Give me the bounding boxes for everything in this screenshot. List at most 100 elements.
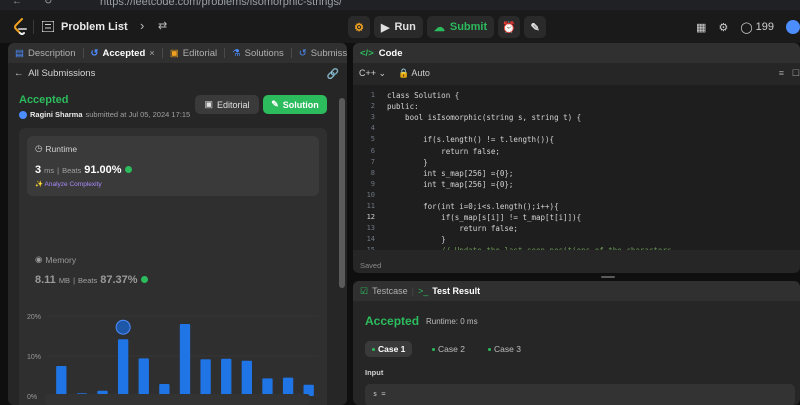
bookmark-icon[interactable]: ☐ (792, 68, 800, 79)
problem-list-link[interactable]: Problem List (61, 21, 128, 33)
next-problem-icon[interactable]: › (140, 18, 144, 33)
browser-bar: ← ↻ https://leetcode.com/problems/isomor… (0, 0, 800, 10)
list-icon[interactable] (42, 21, 54, 32)
submitted-at: submitted at Jul 05, 2024 17:15 (85, 110, 191, 119)
prev-problem-icon[interactable]: ‹ (120, 18, 124, 33)
code-line[interactable]: return false; (387, 147, 500, 156)
play-icon: ▶ (381, 21, 390, 34)
code-line[interactable]: class Solution { (387, 91, 459, 100)
chart-bar[interactable] (118, 339, 129, 396)
tab-description[interactable]: ▤ Description (8, 43, 83, 63)
line-number: 11 (366, 202, 375, 210)
panel-resize-handle[interactable] (353, 276, 800, 279)
coins-counter[interactable]: ◯ 199 (740, 21, 774, 34)
code-line[interactable]: // Update the last seen positions of the… (387, 246, 671, 250)
line-number: 10 (366, 190, 375, 199)
reload-icon[interactable]: ↻ (44, 0, 54, 7)
chart-bar[interactable] (179, 324, 191, 396)
run-button[interactable]: ▶ Run (374, 16, 423, 38)
line-number: 1 (370, 91, 375, 99)
runtime-distribution-chart[interactable]: 20%10%0%2ms4ms6ms8ms10ms12ms (19, 308, 327, 405)
chart-bar[interactable] (221, 358, 232, 396)
code-line[interactable]: bool isIsomorphic(string s, string t) { (387, 113, 581, 122)
language-select[interactable]: C++ ⌄ (359, 68, 386, 79)
clock-icon: ◷ (35, 143, 43, 153)
runtime-box[interactable]: ◷ Runtime 3 ms | Beats 91.00% ✨ Analyze C… (27, 136, 319, 196)
book-icon: ▣ (169, 47, 179, 59)
code-editor[interactable]: 1 class Solution { 2 public: 3 bool isIsomor… (353, 85, 800, 250)
analyze-complexity-link[interactable]: ✨ Analyze Complexity (35, 180, 102, 188)
notes-button[interactable]: ✎ (524, 16, 547, 38)
tab-submissions[interactable]: ↺Submissions (292, 43, 347, 63)
chart-bar[interactable] (241, 360, 252, 396)
debug-button[interactable]: ⚙ (348, 16, 370, 38)
line-number: 2 (370, 102, 375, 111)
chart-bar[interactable] (200, 359, 211, 396)
format-icon[interactable]: ≡ (779, 68, 784, 78)
result-runtime: Runtime: 0 ms (426, 317, 478, 326)
divider (33, 20, 34, 34)
address-bar[interactable]: https://leetcode.com/problems/isomorphic… (100, 0, 342, 8)
y-tick-label: 10% (27, 354, 41, 361)
code-header: </> Code (353, 43, 800, 63)
case-2-tab[interactable]: Case 2 (425, 341, 472, 357)
upload-cloud-icon: ☁ (433, 21, 445, 34)
code-line[interactable]: public: (387, 102, 419, 111)
code-icon: </> (360, 47, 374, 59)
close-tab-icon[interactable]: × (149, 48, 155, 59)
tab-accepted[interactable]: ↺ Accepted × (84, 43, 162, 63)
settings-gear-icon[interactable]: ⚙ (718, 21, 728, 34)
tab-testcase[interactable]: Testcase (372, 286, 408, 296)
horizontal-scrollbar[interactable] (45, 394, 310, 405)
code-line[interactable]: if(s.length() != t.length()){ (387, 135, 554, 144)
author-name[interactable]: Ragini Sharma (30, 110, 83, 119)
line-number: 9 (370, 179, 375, 188)
layout-icon[interactable]: ▦ (696, 21, 706, 34)
tab-solutions[interactable]: ⚗ Solutions (225, 43, 291, 63)
solution-button[interactable]: ✎ Solution (263, 95, 327, 114)
leetcode-logo-icon[interactable] (13, 18, 29, 36)
case-3-tab[interactable]: Case 3 (481, 341, 528, 357)
tab-editorial[interactable]: ▣ Editorial (163, 43, 224, 63)
back-arrow-icon[interactable]: ← (12, 0, 22, 7)
code-line[interactable]: if(s_map[s[i]] != t_map[t[i]]){ (387, 213, 581, 222)
memory-label[interactable]: ◉ Memory (35, 254, 76, 265)
line-number: 14 (366, 235, 375, 244)
code-line[interactable]: for(int i=0;i<s.length();i++){ (387, 202, 558, 211)
case-1-tab[interactable]: Case 1 (365, 341, 413, 357)
chart-bar[interactable] (138, 358, 149, 396)
document-icon: ▤ (15, 47, 24, 59)
submission-panel: ▤ Description ↺ Accepted × ▣ Editorial ⚗ Solu… (8, 43, 347, 405)
autocomplete-mode[interactable]: 🔒 Auto (398, 68, 430, 79)
line-number: 3 (370, 113, 375, 122)
chip-icon: ◉ (35, 254, 43, 264)
avatar[interactable] (786, 20, 800, 34)
code-line[interactable]: int s_map[256] ={0}; (387, 169, 513, 178)
submit-button[interactable]: ☁ Submit (426, 16, 495, 38)
code-line[interactable]: return false; (387, 224, 518, 233)
y-tick-label: 0% (27, 394, 37, 401)
all-submissions-link[interactable]: ← All Submissions (14, 68, 95, 79)
timer-button[interactable]: ⏰ (498, 16, 521, 38)
tab-test-result[interactable]: Test Result (432, 286, 480, 296)
submission-byline: Ragini Sharma submitted at Jul 05, 2024 … (19, 110, 190, 119)
vertical-scrollbar[interactable] (339, 98, 345, 288)
code-line[interactable]: } (387, 158, 428, 167)
avatar[interactable] (19, 110, 27, 119)
chart-bar[interactable] (56, 366, 67, 396)
checkbox-icon: ☑ (360, 285, 369, 296)
share-link-icon[interactable]: 🔗 (327, 69, 339, 80)
stats-card: ◷ Runtime 3 ms | Beats 91.00% ✨ Analyze C… (19, 128, 327, 405)
code-line[interactable]: int t_map[256] ={0}; (387, 180, 513, 189)
input-label: Input (365, 368, 384, 377)
line-number: 4 (370, 124, 375, 133)
shuffle-icon[interactable]: ⇄ (158, 19, 167, 32)
test-panel: ☑ Testcase | >_ Test Result Accepted Run… (353, 281, 800, 405)
line-number: 5 (370, 135, 375, 144)
editorial-button[interactable]: ▣ Editorial (195, 95, 259, 114)
code-line[interactable]: } (387, 235, 446, 244)
user-marker-avatar[interactable] (115, 319, 131, 335)
save-status: Saved (360, 261, 382, 270)
code-panel: </> Code C++ ⌄ 🔒 Auto ≡ ☐ 1 class Solutio… (353, 43, 800, 273)
lock-icon: 🔒 (398, 68, 410, 78)
